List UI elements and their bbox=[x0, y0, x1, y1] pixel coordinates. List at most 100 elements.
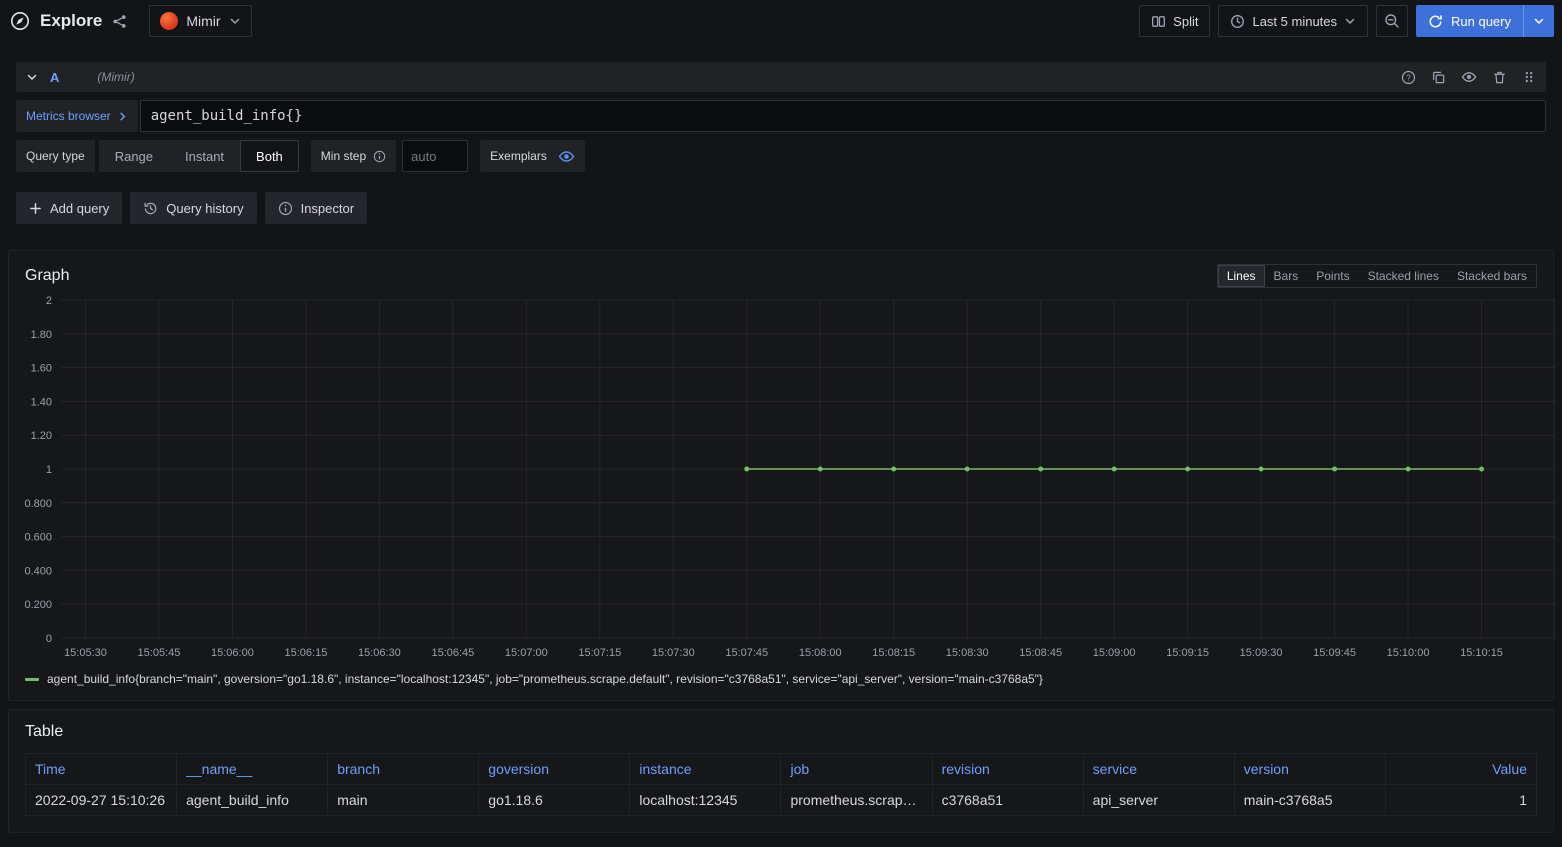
datasource-name: Mimir bbox=[186, 13, 220, 29]
query-type-group: RangeInstantBoth bbox=[99, 140, 299, 172]
time-series-chart[interactable]: 00.2000.4000.6000.80011.201.401.601.8021… bbox=[9, 292, 1553, 664]
trash-icon[interactable] bbox=[1492, 70, 1507, 85]
query-type-option-range[interactable]: Range bbox=[99, 140, 169, 172]
graph-mode-stacked-lines[interactable]: Stacked lines bbox=[1359, 265, 1448, 287]
query-type-option-instant[interactable]: Instant bbox=[169, 140, 240, 172]
angle-right-icon bbox=[117, 111, 128, 122]
chevron-down-icon bbox=[1533, 15, 1545, 27]
query-options-row: Query type RangeInstantBoth Min step Exe… bbox=[16, 140, 1546, 172]
chevron-down-icon bbox=[229, 15, 241, 27]
eye-icon[interactable] bbox=[1461, 69, 1477, 85]
svg-text:0: 0 bbox=[46, 633, 52, 645]
column-header-service[interactable]: service bbox=[1083, 754, 1234, 785]
svg-text:15:05:45: 15:05:45 bbox=[138, 647, 181, 659]
run-query-main[interactable]: Run query bbox=[1416, 5, 1523, 37]
table-cell: go1.18.6 bbox=[479, 785, 630, 816]
svg-text:0.600: 0.600 bbox=[24, 532, 52, 544]
min-step-label-chip: Min step bbox=[311, 140, 396, 172]
chart-legend: agent_build_info{branch="main", goversio… bbox=[9, 664, 1553, 700]
query-row-header: A (Mimir) ? bbox=[16, 62, 1546, 92]
table-cell: main bbox=[328, 785, 479, 816]
column-header-version[interactable]: version bbox=[1234, 754, 1385, 785]
query-expression-input[interactable] bbox=[140, 100, 1546, 132]
exemplars-label: Exemplars bbox=[490, 149, 547, 163]
time-range-label: Last 5 minutes bbox=[1252, 14, 1337, 29]
svg-text:15:10:15: 15:10:15 bbox=[1460, 647, 1503, 659]
collapse-chevron-icon[interactable] bbox=[26, 71, 38, 83]
inspector-button[interactable]: Inspector bbox=[265, 192, 367, 224]
table-cell: agent_build_info bbox=[177, 785, 328, 816]
info-icon[interactable] bbox=[373, 150, 386, 163]
chevron-down-icon bbox=[1344, 15, 1356, 27]
column-header-job[interactable]: job bbox=[781, 754, 932, 785]
column-header-name[interactable]: __name__ bbox=[177, 754, 328, 785]
copy-icon[interactable] bbox=[1431, 70, 1446, 85]
zoom-out-button[interactable] bbox=[1376, 5, 1408, 37]
svg-text:2: 2 bbox=[46, 295, 52, 307]
legend-series-swatch bbox=[25, 678, 39, 681]
svg-text:15:08:45: 15:08:45 bbox=[1019, 647, 1062, 659]
svg-text:15:09:45: 15:09:45 bbox=[1313, 647, 1356, 659]
svg-text:15:07:45: 15:07:45 bbox=[725, 647, 768, 659]
graph-panel: Graph LinesBarsPointsStacked linesStacke… bbox=[8, 250, 1554, 701]
inspector-label: Inspector bbox=[301, 201, 354, 216]
column-header-revision[interactable]: revision bbox=[932, 754, 1083, 785]
query-row-actions: ? bbox=[1401, 69, 1536, 85]
svg-text:0.800: 0.800 bbox=[24, 498, 52, 510]
svg-text:1.80: 1.80 bbox=[31, 329, 52, 341]
time-range-button[interactable]: Last 5 minutes bbox=[1218, 5, 1368, 37]
column-header-time[interactable]: Time bbox=[26, 754, 177, 785]
svg-text:15:09:00: 15:09:00 bbox=[1093, 647, 1136, 659]
mimir-logo-icon bbox=[160, 12, 178, 30]
drag-handle-icon[interactable] bbox=[1522, 70, 1536, 84]
svg-text:?: ? bbox=[1406, 73, 1411, 82]
chart-canvas[interactable]: 00.2000.4000.6000.80011.201.401.601.8021… bbox=[17, 292, 1561, 664]
graph-mode-stacked-bars[interactable]: Stacked bars bbox=[1448, 265, 1536, 287]
svg-text:15:07:00: 15:07:00 bbox=[505, 647, 548, 659]
table-row: 2022-09-27 15:10:26agent_build_infomaing… bbox=[26, 785, 1537, 816]
svg-text:15:07:30: 15:07:30 bbox=[652, 647, 695, 659]
svg-text:1: 1 bbox=[46, 464, 52, 476]
legend-series-label[interactable]: agent_build_info{branch="main", goversio… bbox=[47, 672, 1043, 686]
datasource-picker[interactable]: Mimir bbox=[149, 5, 251, 37]
table-panel: Table Time__name__branchgoversioninstanc… bbox=[8, 709, 1554, 833]
inspector-info-icon bbox=[278, 201, 293, 216]
column-header-branch[interactable]: branch bbox=[328, 754, 479, 785]
graph-mode-lines[interactable]: Lines bbox=[1218, 265, 1265, 287]
graph-mode-points[interactable]: Points bbox=[1307, 265, 1358, 287]
add-query-label: Add query bbox=[50, 201, 109, 216]
column-header-goversion[interactable]: goversion bbox=[479, 754, 630, 785]
graph-mode-bars[interactable]: Bars bbox=[1265, 265, 1308, 287]
query-type-option-both[interactable]: Both bbox=[240, 140, 299, 172]
share-icon[interactable] bbox=[112, 14, 127, 29]
results-table: Time__name__branchgoversioninstancejobre… bbox=[25, 753, 1537, 816]
exemplars-eye-icon[interactable] bbox=[558, 148, 575, 165]
column-header-instance[interactable]: instance bbox=[630, 754, 781, 785]
add-query-button[interactable]: Add query bbox=[16, 192, 122, 224]
query-history-button[interactable]: Query history bbox=[130, 192, 256, 224]
table-panel-header: Table bbox=[9, 710, 1553, 745]
table-header-row: Time__name__branchgoversioninstancejobre… bbox=[26, 754, 1537, 785]
top-toolbar: Explore Mimir Split Last 5 minutes bbox=[0, 0, 1562, 42]
metrics-browser-button[interactable]: Metrics browser bbox=[16, 100, 138, 132]
svg-text:0.200: 0.200 bbox=[24, 599, 52, 611]
svg-text:1.20: 1.20 bbox=[31, 430, 52, 442]
column-header-value[interactable]: Value bbox=[1385, 754, 1536, 785]
split-button[interactable]: Split bbox=[1139, 5, 1210, 37]
svg-text:15:06:45: 15:06:45 bbox=[431, 647, 474, 659]
svg-text:15:05:30: 15:05:30 bbox=[64, 647, 107, 659]
exemplars-field: Exemplars bbox=[480, 140, 585, 172]
run-query-button[interactable]: Run query bbox=[1416, 5, 1554, 37]
graph-mode-group: LinesBarsPointsStacked linesStacked bars bbox=[1217, 264, 1537, 288]
explore-actions-row: Add query Query history Inspector bbox=[16, 192, 1546, 224]
explore-icon bbox=[10, 11, 30, 31]
svg-text:0.400: 0.400 bbox=[24, 565, 52, 577]
min-step-input[interactable] bbox=[402, 140, 468, 172]
zoom-out-icon bbox=[1384, 13, 1400, 29]
results-table-wrap: Time__name__branchgoversioninstancejobre… bbox=[9, 745, 1553, 832]
help-icon[interactable]: ? bbox=[1401, 70, 1416, 85]
min-step-label: Min step bbox=[321, 149, 366, 163]
query-ref-id[interactable]: A bbox=[50, 70, 59, 85]
toolbar-left: Explore Mimir bbox=[10, 5, 252, 37]
run-query-dropdown[interactable] bbox=[1523, 5, 1554, 37]
